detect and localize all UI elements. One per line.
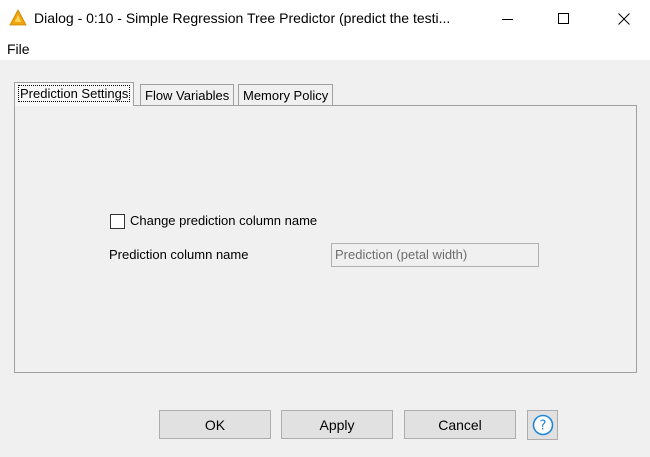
question-circle-icon: ? — [532, 414, 553, 436]
title-bar: Dialog - 0:10 - Simple Regression Tree P… — [0, 0, 650, 37]
tab-memory-policy-label: Memory Policy — [243, 88, 329, 103]
change-prediction-column-checkbox[interactable] — [110, 214, 125, 229]
svg-text:?: ? — [539, 419, 546, 434]
cancel-button[interactable]: Cancel — [404, 410, 516, 439]
close-button[interactable] — [601, 0, 647, 37]
window-title: Dialog - 0:10 - Simple Regression Tree P… — [34, 10, 451, 26]
tab-memory-policy[interactable]: Memory Policy — [238, 84, 334, 105]
tab-prediction-settings[interactable]: Prediction Settings — [14, 82, 135, 106]
menu-file[interactable]: File — [7, 41, 30, 57]
tab-prediction-settings-label: Prediction Settings — [17, 85, 131, 102]
help-button[interactable]: ? — [527, 410, 558, 440]
prediction-column-label: Prediction column name — [109, 247, 249, 262]
menu-bar: File — [0, 37, 650, 60]
tab-flow-variables[interactable]: Flow Variables — [140, 84, 235, 105]
ok-button[interactable]: OK — [159, 410, 271, 439]
settings-panel — [14, 105, 637, 373]
maximize-icon — [558, 12, 569, 24]
prediction-column-field[interactable]: Prediction (petal width) — [331, 243, 539, 267]
minimize-icon — [502, 18, 513, 20]
change-prediction-column-label[interactable]: Change prediction column name — [130, 213, 317, 228]
tab-flow-variables-label: Flow Variables — [145, 88, 230, 103]
apply-button[interactable]: Apply — [281, 410, 393, 439]
warning-triangle-icon — [9, 9, 27, 26]
close-icon — [618, 12, 630, 25]
minimize-button[interactable] — [485, 0, 531, 37]
maximize-button[interactable] — [541, 0, 587, 37]
